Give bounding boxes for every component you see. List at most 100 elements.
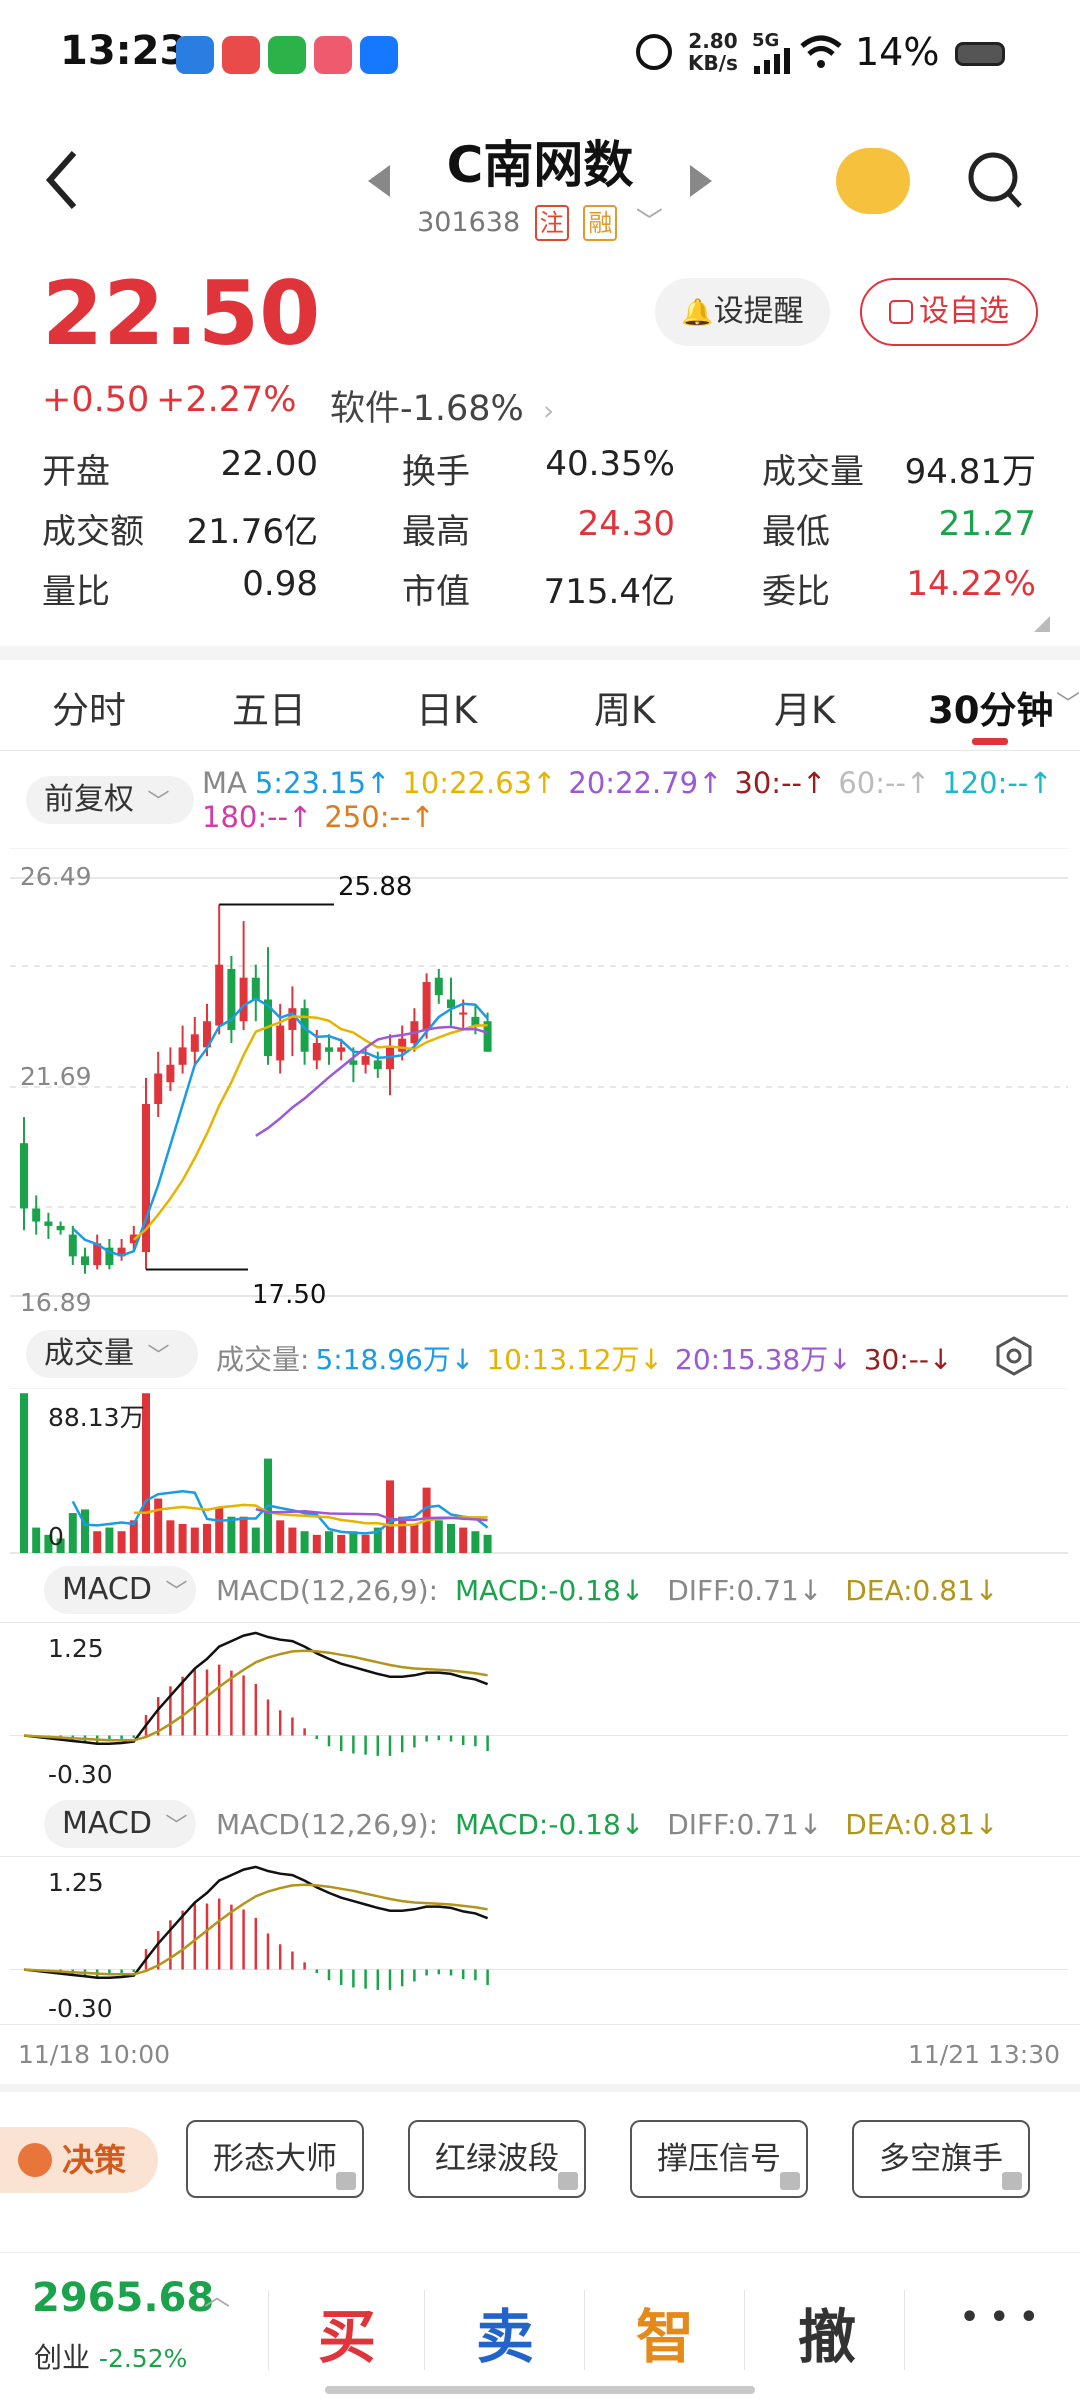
macd-params-2: MACD(12,26,9): [216,1808,439,1841]
volume-bar [178,1523,187,1553]
candle-body [68,1234,77,1257]
next-stock-icon[interactable] [690,165,712,197]
tool-label: 红绿波段 [435,2141,559,2177]
volume-bar [300,1531,309,1553]
set-alert-button[interactable]: 🔔设提醒 [655,278,830,346]
macd-value-1: MACD:-0.18↓ [455,1574,645,1607]
volume-bar [251,1527,260,1553]
volume-bar [190,1527,199,1553]
macd-chart-1[interactable] [0,1624,1080,1794]
chevron-down-icon: ﹀ [165,1580,188,1605]
volume-max-label: 88.13万 [48,1403,145,1432]
ma20-line [255,1025,488,1137]
candle-body [361,1056,370,1065]
stat-value: 94.81万 [904,452,1036,492]
tab-period[interactable]: 五日 [232,680,306,734]
mascot-icon[interactable] [836,148,910,214]
tool-label: 撑压信号 [657,2141,781,2177]
price-change-pct: +2.27% [156,380,297,420]
kline-y-top: 26.49 [20,862,92,891]
kline-chart[interactable] [0,848,1080,1322]
volume-legend-item: 5:18.96万↓ [315,1343,475,1376]
ma10-line [132,1015,488,1241]
search-icon[interactable] [966,150,1026,214]
active-tab-indicator [972,738,1008,745]
tool-button[interactable]: 撑压信号 [630,2120,808,2198]
stock-code-line: 301638 注 融 ﹀ [0,200,1080,241]
tool-button[interactable]: 多空旗手 [852,2120,1030,2198]
macd-bottom-1: -0.30 [48,1760,113,1789]
kline-low-marker: 17.50 [252,1280,327,1310]
cancel-order-button[interactable]: 撤 [798,2290,856,2374]
index-value[interactable]: 2965.68 [32,2275,214,2321]
candle-body [44,1221,53,1226]
adjust-select[interactable]: 前复权 ﹀ [26,776,194,824]
stock-name: C南网数 [446,136,634,194]
dea-value-2: DEA:0.81↓ [845,1808,999,1841]
candle-body [20,1143,28,1209]
home-indicator[interactable] [325,2386,755,2394]
index-line[interactable]: 创业 -2.52% [34,2336,187,2376]
chevron-down-icon[interactable]: ﹀ [636,207,663,238]
smart-button[interactable]: 智 [636,2290,694,2374]
tab-period[interactable]: 30分钟 [928,680,1054,734]
settings-icon[interactable] [994,1336,1034,1376]
tab-period[interactable]: 分时 [52,680,126,734]
lock-icon [1002,2172,1022,2190]
volume-chart[interactable] [0,1388,1080,1558]
sell-button[interactable]: 卖 [476,2290,534,2374]
wifi-icon [800,35,842,68]
more-button[interactable]: • • • [960,2300,1038,2335]
set-alert-label: 设提醒 [713,294,804,329]
add-watchlist-button[interactable]: 设自选 [860,278,1038,346]
volume-legend-item: 30:--↓ [863,1343,953,1376]
decision-tab[interactable]: 决策 [0,2127,158,2193]
candle-body [434,977,443,996]
ma-legend-row2: 180:--↑ 250:--↑ [202,800,447,834]
volume-bar [312,1534,321,1553]
candle-body [398,1038,407,1052]
macd-chart-2[interactable] [0,1858,1080,2028]
candle-body [312,1043,321,1061]
stat-label: 成交量 [762,452,864,492]
ma-legend-item: 20:22.79↑ [568,766,723,800]
ma-legend-item: 250:--↑ [324,800,435,834]
kline-y-bottom: 16.89 [20,1288,92,1317]
tag-margin: 融 [583,205,618,241]
stat-label: 成交额 [42,512,144,552]
tool-button[interactable]: 形态大师 [186,2120,364,2198]
macd-label-2: MACD [62,1806,152,1841]
kline-y-mid: 21.69 [20,1062,92,1091]
buy-button[interactable]: 买 [318,2290,376,2374]
stat-value: 715.4亿 [543,572,675,612]
tab-more-icon[interactable]: ﹀ [1056,684,1080,719]
tool-label: 形态大师 [213,2141,337,2177]
alarm-icon [636,34,672,70]
expand-corner-icon[interactable] [1034,616,1050,632]
macd-top-2: 1.25 [48,1868,104,1897]
volume-legend-item: 20:15.38万↓ [675,1343,852,1376]
volume-bar [361,1534,370,1553]
tab-period[interactable]: 周K [594,680,655,734]
candle-body [239,977,248,1022]
x-axis-end: 11/21 13:30 [908,2040,1061,2069]
volume-bar [483,1534,492,1553]
candle-body [422,982,431,1030]
bottom-divider [904,2290,905,2370]
sector-link[interactable]: 软件-1.68% › [330,380,554,431]
bottom-divider [744,2290,745,2370]
tab-period[interactable]: 日K [416,680,477,734]
tool-button[interactable]: 红绿波段 [408,2120,586,2198]
volume-bar [81,1509,89,1553]
volume-select[interactable]: 成交量 ﹀ [26,1330,198,1378]
macd-divider-1 [0,1622,1080,1623]
tab-period[interactable]: 月K [774,680,835,734]
stat-label: 最低 [762,512,830,552]
chevron-up-icon: ︿ [204,2282,231,2312]
macd-select-1[interactable]: MACD ﹀ [44,1566,196,1614]
candle-body [373,1060,382,1070]
macd-select-2[interactable]: MACD ﹀ [44,1800,196,1848]
sector-text: 软件-1.68% [330,389,524,429]
adjust-label: 前复权 [44,782,134,817]
macd-params-1: MACD(12,26,9): [216,1574,439,1607]
